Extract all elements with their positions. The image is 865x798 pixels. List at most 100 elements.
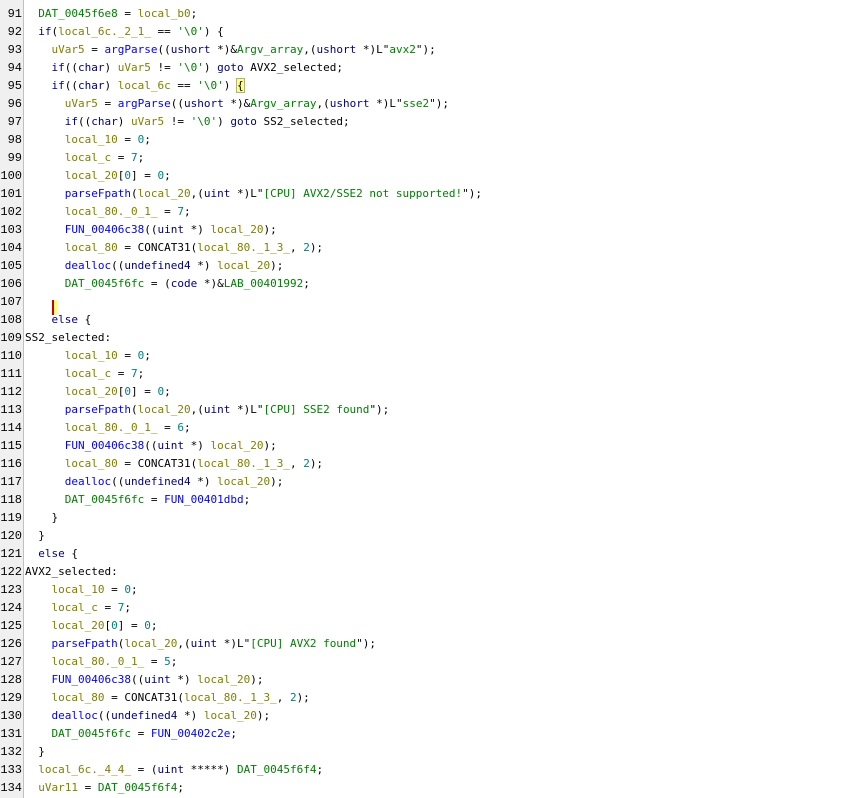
code-text[interactable]: local_20[0] = 0;	[25, 617, 158, 635]
code-line[interactable]: 127 local_80._0_1_ = 5;	[0, 653, 865, 671]
code-punctuation[interactable]: ;	[131, 583, 138, 596]
code-line[interactable]: 104 local_80 = CONCAT31(local_80._1_3_, …	[0, 239, 865, 257]
function-name[interactable]: parseFpath	[65, 403, 131, 416]
code-punctuation[interactable]: ,(	[316, 97, 329, 110]
local-variable[interactable]: local_80._1_3_	[197, 457, 290, 470]
code-text[interactable]: local_80._0_1_ = 5;	[25, 653, 178, 671]
code-line[interactable]: 107 }	[0, 293, 865, 315]
local-variable[interactable]: local_6c	[118, 79, 171, 92]
code-punctuation[interactable]: ;	[343, 115, 350, 128]
code-punctuation[interactable]: )	[217, 115, 224, 128]
code-punctuation[interactable]: ;	[244, 493, 251, 506]
code-punctuation[interactable]: ");	[356, 637, 376, 650]
code-punctuation[interactable]: =	[124, 349, 131, 362]
code-line[interactable]: 109 SS2_selected:	[0, 329, 865, 347]
code-punctuation[interactable]: ==	[177, 79, 190, 92]
local-variable[interactable]: local_20	[65, 385, 118, 398]
code-line[interactable]: 93 uVar5 = argParse((ushort *)&Argv_arra…	[0, 41, 865, 59]
code-punctuation[interactable]: ((	[78, 115, 91, 128]
code-punctuation[interactable]: )	[105, 79, 112, 92]
type-name[interactable]: ushort	[330, 97, 370, 110]
code-punctuation[interactable]: *)	[184, 709, 197, 722]
number-literal[interactable]: 7	[131, 367, 138, 380]
local-variable[interactable]: local_20	[217, 259, 270, 272]
code-text[interactable]: local_20[0] = 0;	[25, 383, 171, 401]
code-punctuation[interactable]: ((	[131, 673, 144, 686]
local-variable[interactable]: local_20	[210, 223, 263, 236]
code-punctuation[interactable]: =	[111, 691, 118, 704]
code-text[interactable]: else {	[25, 311, 92, 329]
code-punctuation[interactable]: ] =	[131, 169, 151, 182]
code-text[interactable]: local_80._0_1_ = 7;	[25, 203, 191, 221]
number-literal[interactable]: 7	[177, 205, 184, 218]
code-punctuation[interactable]: = (	[151, 277, 171, 290]
code-text[interactable]: local_c = 7;	[25, 149, 144, 167]
type-name[interactable]: ushort	[171, 43, 211, 56]
number-literal[interactable]: 0	[144, 619, 151, 632]
global-symbol[interactable]: DAT_0045f6f4	[98, 781, 177, 794]
code-line[interactable]: 122 AVX2_selected:	[0, 563, 865, 581]
code-text[interactable]: DAT_0045f6fc = FUN_00402c2e;	[25, 725, 237, 743]
code-line[interactable]: 110 local_10 = 0;	[0, 347, 865, 365]
code-punctuation[interactable]: ;	[184, 205, 191, 218]
code-line[interactable]: 125 local_20[0] = 0;	[0, 617, 865, 635]
code-punctuation[interactable]: ;	[138, 367, 145, 380]
code-punctuation[interactable]: }	[38, 745, 45, 758]
keyword[interactable]: else	[38, 547, 65, 560]
code-text[interactable]: local_6c._4_4_ = (uint *****) DAT_0045f6…	[25, 761, 323, 779]
function-name[interactable]: FUN_00406c38	[65, 223, 144, 236]
code-text[interactable]: local_c = 7;	[25, 599, 131, 617]
code-punctuation[interactable]: );	[297, 691, 310, 704]
local-variable[interactable]: local_20	[52, 619, 105, 632]
code-punctuation[interactable]: ,(	[303, 43, 316, 56]
global-symbol[interactable]: Argv_array	[237, 43, 303, 56]
code-punctuation[interactable]: =	[104, 601, 111, 614]
code-line[interactable]: 132 }	[0, 743, 865, 761]
keyword[interactable]: if	[65, 115, 78, 128]
code-line[interactable]: 114 local_80._0_1_ = 6;	[0, 419, 865, 437]
type-name[interactable]: uint	[157, 223, 184, 236]
code-punctuation[interactable]: *)L"	[363, 43, 390, 56]
type-name[interactable]: undefined4	[111, 709, 177, 722]
goto-label[interactable]: AVX2_selected	[250, 61, 336, 74]
code-text[interactable]: if((char) uVar5 != '\0') goto AVX2_selec…	[25, 59, 343, 77]
code-text[interactable]: parseFpath(local_20,(uint *)L"[CPU] AVX2…	[25, 185, 482, 203]
code-punctuation[interactable]: ;	[171, 655, 178, 668]
type-name[interactable]: ushort	[316, 43, 356, 56]
local-variable[interactable]: local_80	[52, 691, 105, 704]
local-variable[interactable]: uVar11	[38, 781, 78, 794]
type-name[interactable]: ushort	[184, 97, 224, 110]
code-line[interactable]: 116 local_80 = CONCAT31(local_80._1_3_, …	[0, 455, 865, 473]
code-punctuation[interactable]: CONCAT31(	[138, 457, 198, 470]
code-line[interactable]: 115 FUN_00406c38((uint *) local_20);	[0, 437, 865, 455]
code-line[interactable]: 94 if((char) uVar5 != '\0') goto AVX2_se…	[0, 59, 865, 77]
number-literal[interactable]: 0	[124, 169, 131, 182]
string-literal[interactable]: [CPU] AVX2 found	[250, 637, 356, 650]
code-punctuation[interactable]: *)	[197, 475, 210, 488]
code-punctuation[interactable]: ;	[144, 133, 151, 146]
type-name[interactable]: char	[78, 61, 105, 74]
local-variable[interactable]: uVar5	[52, 43, 85, 56]
local-variable[interactable]: local_c	[65, 367, 111, 380]
code-text[interactable]: FUN_00406c38((uint *) local_20);	[25, 671, 264, 689]
keyword[interactable]: if	[52, 79, 65, 92]
number-literal[interactable]: 7	[131, 151, 138, 164]
code-text[interactable]: }	[25, 527, 45, 545]
code-punctuation[interactable]: );	[270, 259, 283, 272]
code-line[interactable]: 112 local_20[0] = 0;	[0, 383, 865, 401]
type-name[interactable]: uint	[204, 187, 231, 200]
local-variable[interactable]: local_80._1_3_	[184, 691, 277, 704]
local-variable[interactable]: local_80	[65, 241, 118, 254]
code-line[interactable]: 106 DAT_0045f6fc = (code *)&LAB_00401992…	[0, 275, 865, 293]
code-text[interactable]: }	[25, 509, 59, 527]
code-punctuation[interactable]: ==	[157, 25, 170, 38]
code-punctuation[interactable]: *)L"	[237, 187, 264, 200]
code-punctuation[interactable]: =	[124, 133, 131, 146]
code-line[interactable]: 113 parseFpath(local_20,(uint *)L"[CPU] …	[0, 401, 865, 419]
code-punctuation[interactable]: ((	[171, 97, 184, 110]
code-punctuation[interactable]: ;	[316, 763, 323, 776]
code-line[interactable]: 111 local_c = 7;	[0, 365, 865, 383]
local-variable[interactable]: local_20	[197, 673, 250, 686]
local-variable[interactable]: local_10	[65, 133, 118, 146]
code-punctuation[interactable]: =	[124, 241, 131, 254]
